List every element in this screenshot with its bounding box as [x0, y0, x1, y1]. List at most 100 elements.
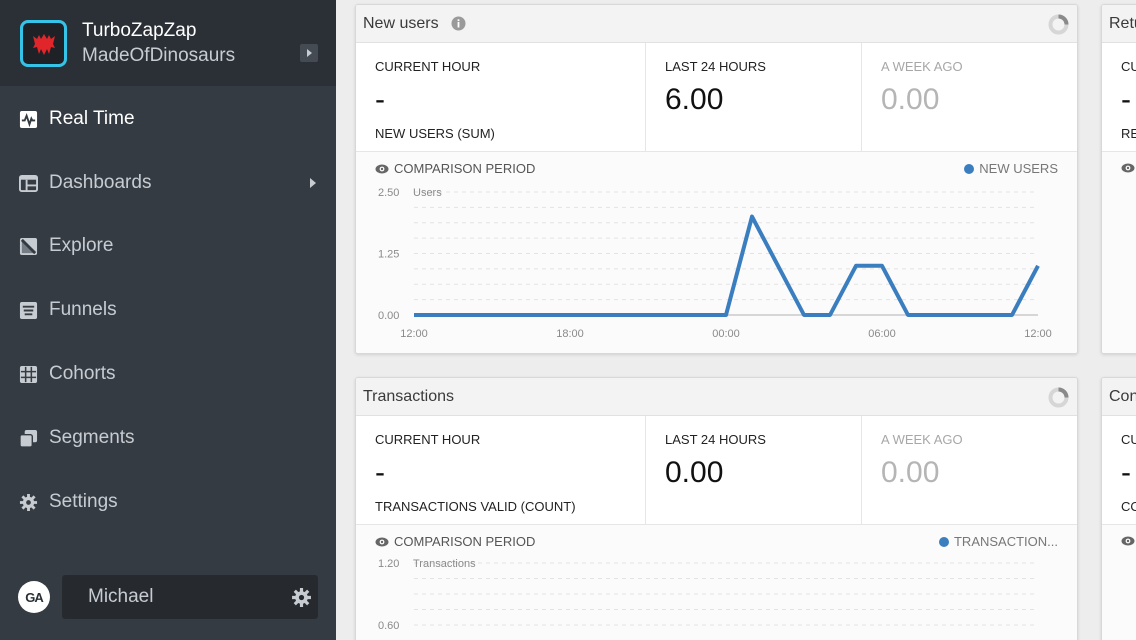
comparison-period-toggle[interactable]: COMPARISON PERIOD: [375, 161, 535, 176]
cohorts-icon: [18, 364, 38, 384]
legend-label: NEW USERS: [979, 161, 1058, 176]
chart-area: 0.60 1.20 Transactions COMPARISON PERIOD T…: [356, 524, 1077, 640]
app-logo: [20, 20, 67, 67]
y-axis-label: Transactions: [413, 558, 476, 570]
loading-spinner-icon: [1048, 387, 1069, 408]
comparison-label: COMPARISON PERIOD: [394, 161, 536, 176]
metric-value: -: [375, 456, 385, 489]
sidebar-item-label: Funnels: [49, 299, 117, 320]
sidebar-item-real-time[interactable]: Real Time: [0, 94, 336, 144]
x-tick-label: 12:00: [1024, 328, 1052, 340]
metric-name: RE: [1121, 126, 1136, 141]
gear-icon[interactable]: [291, 587, 312, 608]
user-menu[interactable]: Michael: [62, 575, 318, 619]
metric-value: 0.00: [665, 456, 724, 489]
card-header: Retu: [1102, 5, 1136, 43]
chart-legend[interactable]: NEW USERS: [964, 161, 1058, 176]
pulse-icon: [18, 109, 38, 129]
sidebar-item-label: Explore: [49, 235, 114, 256]
metric-name: TRANSACTIONS VALID (COUNT): [375, 499, 576, 514]
metric-value: -: [375, 83, 385, 116]
sidebar-item-label: Dashboards: [49, 172, 152, 193]
sidebar-item-label: Real Time: [49, 108, 135, 129]
gear-icon: [18, 492, 38, 512]
chart-legend[interactable]: TRANSACTION...: [938, 534, 1058, 549]
card-header: New users: [356, 5, 1077, 43]
metric-label: A WEEK AGO: [881, 59, 963, 74]
last-24-hours-metric: LAST 24 HOURS 0.00: [646, 416, 862, 524]
explore-icon: [18, 236, 38, 256]
metric-name: NEW USERS (SUM): [375, 126, 495, 141]
week-ago-metric: A WEEK AGO 0.00: [862, 416, 1077, 524]
conversions-card: Con CU - CO: [1101, 377, 1136, 640]
current-hour-metric: CURRENT HOUR - TRANSACTIONS VALID (COUNT…: [356, 416, 646, 524]
transactions-card: Transactions CURRENT HOUR - TRANSACTIONS…: [355, 377, 1078, 640]
eye-icon: [375, 164, 389, 173]
funnel-icon: [18, 300, 38, 320]
metric-label: CURRENT HOUR: [375, 432, 481, 447]
metric-label: LAST 24 HOURS: [665, 59, 766, 74]
x-tick-label: 00:00: [712, 328, 740, 340]
app-header[interactable]: TurboZapZap MadeOfDinosaurs: [0, 0, 336, 86]
card-title: New users: [363, 15, 439, 32]
legend-dot: [964, 163, 975, 174]
user-name: Michael: [88, 586, 154, 607]
card-title: Con: [1109, 388, 1136, 405]
sidebar-item-settings[interactable]: Settings: [0, 477, 336, 527]
x-tick-label: 12:00: [400, 328, 428, 340]
sidebar-item-segments[interactable]: Segments: [0, 413, 336, 463]
metric-value: 0.00: [881, 83, 940, 116]
metric-value: 0.00: [881, 456, 940, 489]
dinosaur-logo-icon: [32, 33, 55, 55]
y-tick-label: 0.00: [378, 310, 399, 322]
caret-right-icon: [310, 178, 316, 188]
metric-label: CURRENT HOUR: [375, 59, 481, 74]
dashboard-icon: [18, 173, 38, 193]
metric-value: -: [1121, 456, 1131, 489]
segments-icon: [18, 428, 38, 448]
metric-value: 6.00: [665, 83, 724, 116]
eye-icon: [1121, 536, 1135, 546]
card-title: Transactions: [363, 388, 454, 405]
info-icon[interactable]: [451, 16, 466, 31]
chart-area: [1102, 151, 1136, 353]
x-tick-label: 18:00: [556, 328, 584, 340]
legend-dot: [938, 536, 949, 547]
last-24-hours-metric: LAST 24 HOURS 6.00: [646, 43, 862, 151]
new-users-card: New users CURRENT HOUR - NEW USERS (SUM)…: [355, 4, 1078, 354]
sidebar: TurboZapZap MadeOfDinosaurs Real Time Da…: [0, 0, 336, 640]
eye-icon: [375, 537, 389, 546]
chart-area: 0.00 1.25 2.50 Users 12:00 18:00 00:00 06:00 12:…: [356, 151, 1077, 353]
card-header: Con: [1102, 378, 1136, 416]
chart-area: [1102, 524, 1136, 640]
app-name: TurboZapZap: [82, 20, 197, 41]
comparison-period-toggle[interactable]: COMPARISON PERIOD: [375, 534, 535, 549]
caret-right-icon: [307, 49, 312, 57]
x-tick-label: 06:00: [868, 328, 896, 340]
loading-spinner-icon: [1048, 14, 1069, 35]
metric-name: CO: [1121, 499, 1136, 514]
org-name: MadeOfDinosaurs: [82, 45, 236, 66]
legend-label: TRANSACTION...: [953, 534, 1058, 549]
sidebar-item-label: Segments: [49, 427, 135, 448]
card-header: Transactions: [356, 378, 1077, 416]
metric-label: CU: [1121, 432, 1136, 447]
sidebar-item-label: Settings: [49, 491, 118, 512]
metric-label: LAST 24 HOURS: [665, 432, 766, 447]
week-ago-metric: A WEEK AGO 0.00: [862, 43, 1077, 151]
y-tick-label: 0.60: [378, 620, 399, 632]
card-title: Retu: [1109, 15, 1136, 32]
metric-value: -: [1121, 83, 1131, 116]
y-axis-label: Users: [413, 187, 442, 199]
sidebar-item-explore[interactable]: Explore: [0, 221, 336, 271]
y-tick-label: 1.25: [378, 249, 399, 261]
sidebar-item-dashboards[interactable]: Dashboards: [0, 158, 336, 208]
sidebar-item-label: Cohorts: [49, 363, 116, 384]
org-switch-button[interactable]: [300, 44, 318, 62]
sidebar-item-cohorts[interactable]: Cohorts: [0, 349, 336, 399]
returning-users-card: Retu CU - RE: [1101, 4, 1136, 354]
sidebar-item-funnels[interactable]: Funnels: [0, 285, 336, 335]
comparison-label: COMPARISON PERIOD: [394, 534, 536, 549]
new-users-chart: 0.00 1.25 2.50 Users 12:00 18:00 00:00 06:00 12:…: [378, 187, 1052, 340]
metric-label: A WEEK AGO: [881, 432, 963, 447]
